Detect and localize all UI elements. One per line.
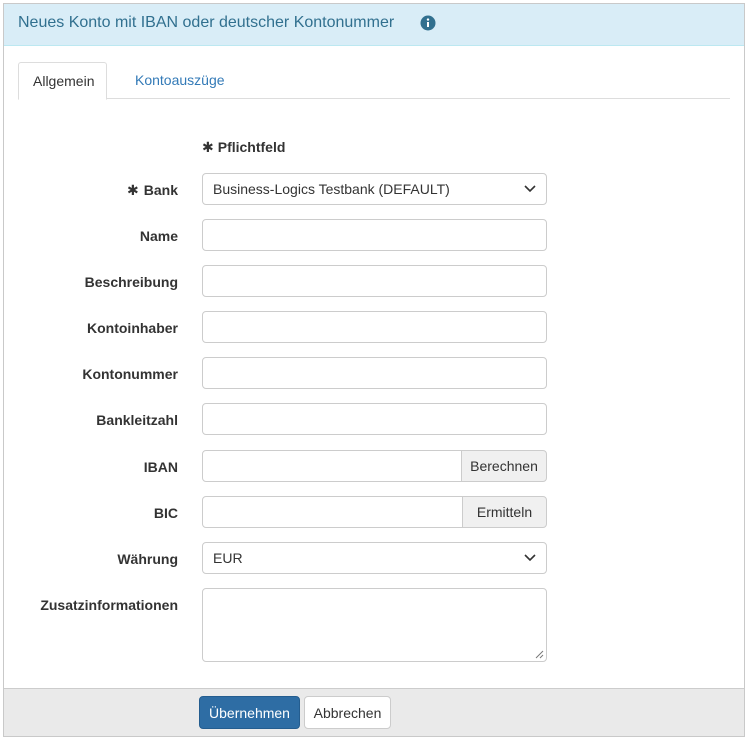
tab-bar: Allgemein Kontoauszüge: [18, 62, 730, 100]
kontonummer-input[interactable]: [202, 357, 547, 389]
waehrung-label: Währung: [117, 551, 178, 567]
iban-label: IBAN: [143, 459, 178, 475]
kontoinhaber-label: Kontoinhaber: [87, 320, 178, 336]
bic-input[interactable]: [202, 496, 463, 528]
ermitteln-button[interactable]: Ermitteln: [462, 496, 547, 528]
beschreibung-label: Beschreibung: [84, 274, 178, 290]
tab-allgemein[interactable]: Allgemein: [18, 62, 107, 100]
berechnen-button[interactable]: Berechnen: [461, 450, 547, 482]
bankleitzahl-label: Bankleitzahl: [96, 412, 178, 428]
dialog-title: Neues Konto mit IBAN oder deutscher Kont…: [18, 14, 395, 31]
kontonummer-label: Kontonummer: [82, 366, 178, 382]
bankleitzahl-input[interactable]: [202, 403, 547, 435]
bic-group: Ermitteln: [202, 496, 547, 528]
kontoinhaber-input[interactable]: [202, 311, 547, 343]
dialog-footer: Übernehmen Abbrechen: [4, 688, 744, 736]
uebernehmen-button[interactable]: Übernehmen: [199, 696, 300, 729]
abbrechen-button[interactable]: Abbrechen: [304, 696, 391, 729]
bic-label: BIC: [153, 505, 178, 521]
zusatz-textarea[interactable]: [202, 588, 547, 662]
chevron-down-icon: [524, 554, 536, 562]
tab-kontoauszuege[interactable]: Kontoauszüge: [121, 62, 239, 99]
name-input[interactable]: [202, 219, 547, 251]
zusatz-label: Zusatzinformationen: [40, 597, 178, 613]
iban-group: Berechnen: [202, 450, 547, 482]
dialog-header: Neues Konto mit IBAN oder deutscher Kont…: [4, 4, 744, 46]
resize-grip-icon[interactable]: [535, 650, 544, 659]
bank-select[interactable]: Business-Logics Testbank (DEFAULT): [202, 173, 547, 205]
iban-input[interactable]: [202, 450, 462, 482]
waehrung-select-value: EUR: [213, 550, 243, 566]
bank-label: ✱ Bank: [127, 182, 178, 198]
required-star-icon: ✱: [127, 182, 139, 198]
name-label: Name: [139, 228, 178, 244]
chevron-down-icon: [524, 185, 536, 193]
required-note-text: Pflichtfeld: [217, 139, 286, 155]
info-icon[interactable]: [420, 15, 436, 31]
account-dialog: Neues Konto mit IBAN oder deutscher Kont…: [3, 3, 745, 737]
beschreibung-input[interactable]: [202, 265, 547, 297]
required-star-icon: ✱: [202, 139, 214, 155]
bank-select-value: Business-Logics Testbank (DEFAULT): [213, 181, 450, 197]
waehrung-select[interactable]: EUR: [202, 542, 547, 574]
required-note: ✱ Pflichtfeld: [202, 139, 285, 156]
